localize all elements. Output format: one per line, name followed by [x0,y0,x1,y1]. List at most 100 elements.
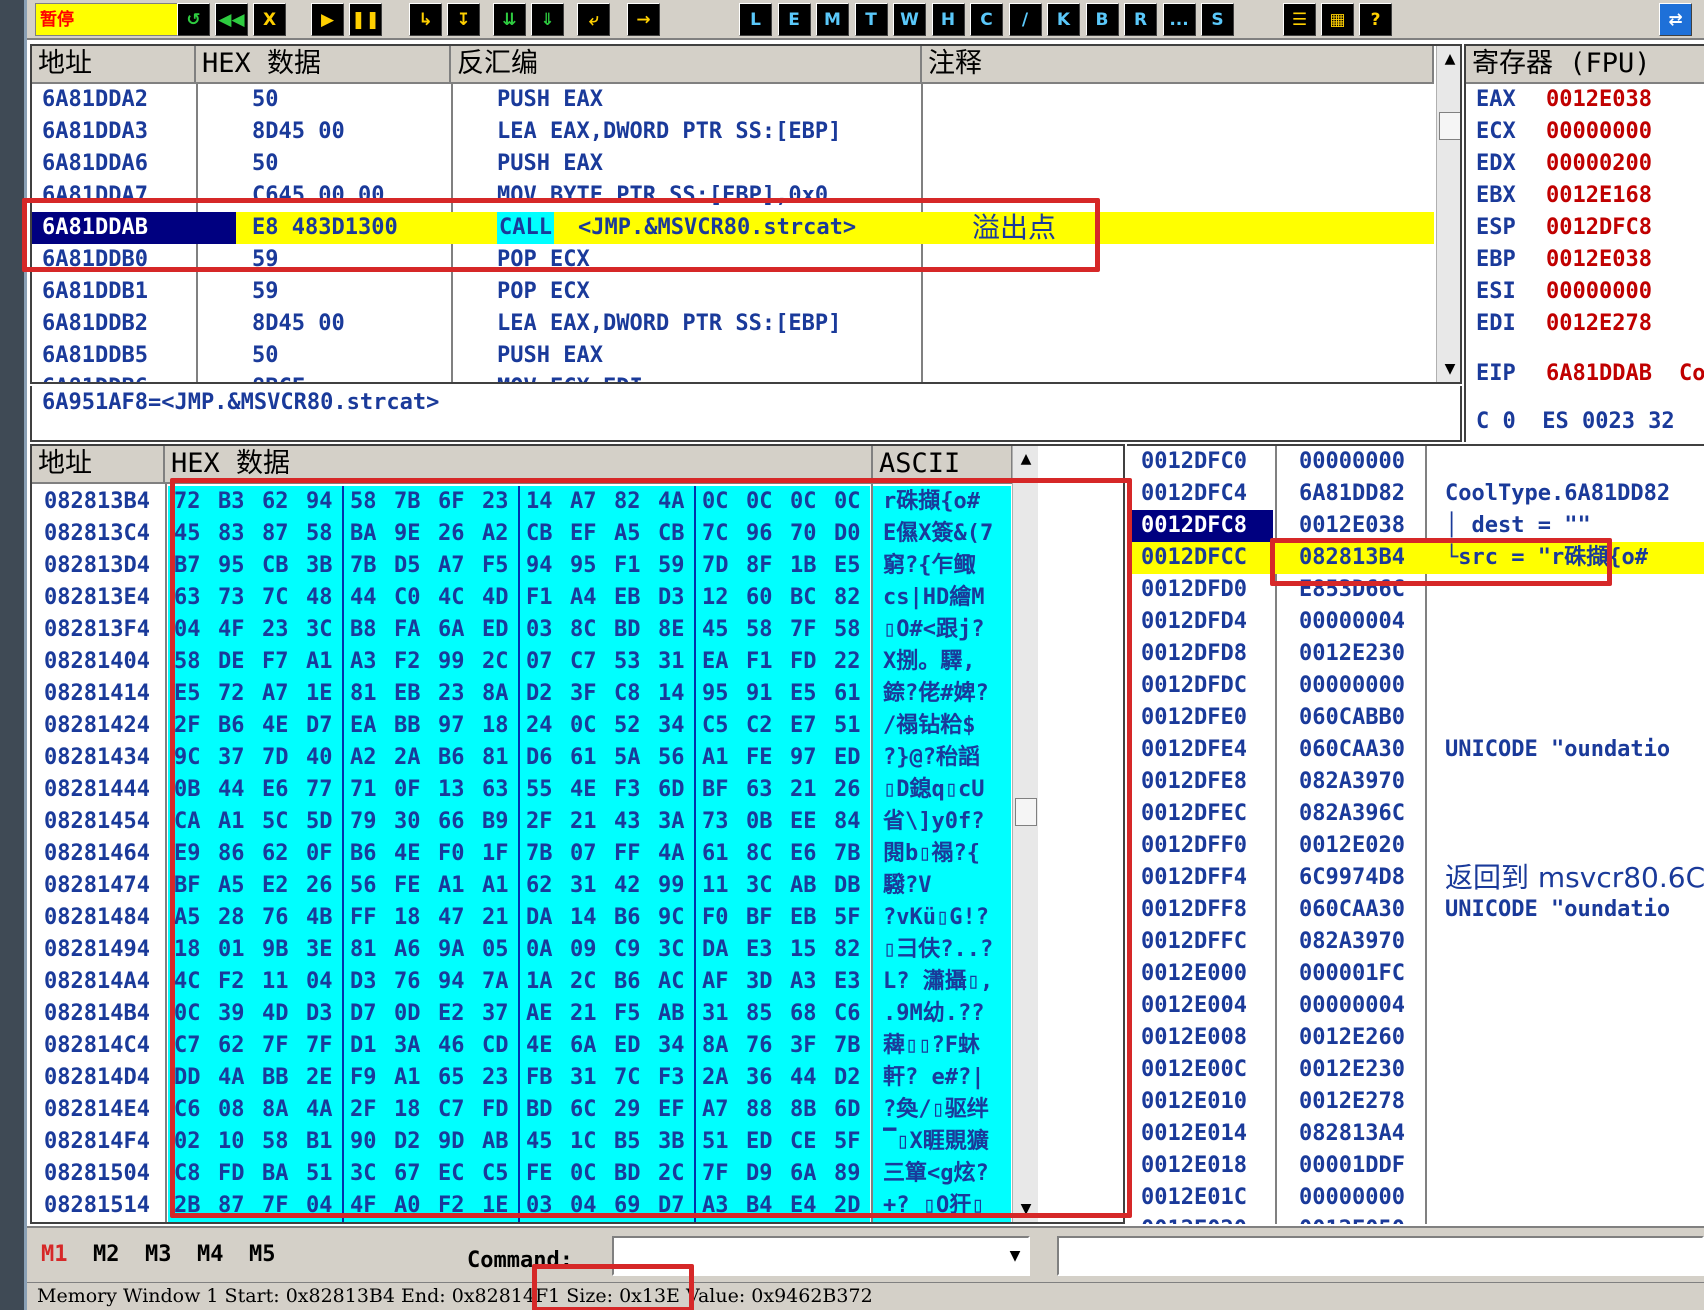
dump-byte[interactable]: 21 [570,998,605,1030]
registers-title[interactable]: 寄存器 (FPU) [1466,46,1704,84]
dump-byte[interactable]: AB [482,1126,517,1158]
disasm-header-disassembly[interactable]: 反汇编 [451,46,922,84]
dump-byte[interactable]: 8C [746,838,781,870]
dump-byte[interactable]: 2D [834,1190,869,1222]
stack-row[interactable]: 0012E014 082813A4 [1127,1118,1704,1150]
dump-byte[interactable]: 4A [658,838,693,870]
dump-byte[interactable]: 63 [746,774,781,806]
stack-row[interactable]: 0012E018 00001DDF [1127,1150,1704,1182]
dump-byte[interactable]: 56 [658,742,693,774]
dump-byte[interactable]: 63 [174,582,209,614]
toolbar-letter-button[interactable]: E [777,3,811,36]
dump-row[interactable]: 08281454 CA A1 5C 5D 79 30 66 B9 2F 21 43 3A 73 0B EE 84… [32,806,1012,838]
dump-byte[interactable]: 39 [218,998,253,1030]
scroll-up-icon[interactable]: ▲ [1437,46,1460,72]
dump-row[interactable]: 08281474 BF A5 E2 26 56 FE A1 A1 62 31 42 99 11 3C AB DB… [32,870,1012,902]
dump-byte[interactable]: 18 [394,1094,429,1126]
dump-byte[interactable]: CB [526,518,561,550]
trace-over-icon[interactable]: ⇓ [531,3,564,36]
dump-byte[interactable]: 22 [834,646,869,678]
dump-byte[interactable]: 2A [394,742,429,774]
dump-byte[interactable]: 1A [526,966,561,998]
dump-byte[interactable]: 61 [834,678,869,710]
stack-row[interactable]: 0012DFEC 082A396C [1127,798,1704,830]
dump-byte[interactable]: 4E [526,1030,561,1062]
dump-byte[interactable]: FD [218,1158,253,1190]
dump-byte[interactable]: BD [526,1094,561,1126]
dump-byte[interactable]: 21 [790,774,825,806]
disasm-header-address[interactable]: 地址 [32,46,196,84]
dump-byte[interactable]: 11 [702,870,737,902]
dump-byte[interactable]: 6D [658,774,693,806]
dump-byte[interactable]: A6 [394,934,429,966]
dump-byte[interactable]: EA [702,646,737,678]
dump-byte[interactable]: D2 [834,1062,869,1094]
dump-byte[interactable]: E5 [834,550,869,582]
dump-byte[interactable]: A1 [438,870,473,902]
dump-byte[interactable]: 07 [526,646,561,678]
dump-byte[interactable]: EF [658,1094,693,1126]
dump-byte[interactable]: 04 [174,614,209,646]
dump-byte[interactable]: 34 [658,710,693,742]
dump-byte[interactable]: 05 [482,934,517,966]
grid-icon[interactable]: ▦ [1321,3,1354,36]
dump-byte[interactable]: DD [174,1062,209,1094]
dump-byte[interactable]: D9 [746,1158,781,1190]
dump-byte[interactable]: 44 [218,774,253,806]
stack-row[interactable]: 0012DFC8 0012E038 │ dest = "" [1127,510,1704,542]
dump-byte[interactable]: 4E [570,774,605,806]
dump-byte[interactable]: 58 [174,646,209,678]
toolbar-letter-button[interactable]: M [816,3,849,36]
dump-byte[interactable]: 0C [174,998,209,1030]
dump-byte[interactable]: F5 [482,550,517,582]
stack-row[interactable]: 0012E00C 0012E230 [1127,1054,1704,1086]
register-row-eip[interactable]: EIP 6A81DDAB Co [1466,358,1704,390]
dump-byte[interactable]: C7 [438,1094,473,1126]
toolbar-letter-button[interactable]: ... [1162,3,1196,36]
register-row[interactable]: EAX 0012E038 [1466,84,1704,116]
dump-byte[interactable]: AF [702,966,737,998]
chevron-down-icon[interactable]: ▼ [1001,1238,1029,1274]
dump-byte[interactable]: 3A [658,806,693,838]
dump-byte[interactable]: CA [174,806,209,838]
toolbar-letter-button[interactable]: B [1085,3,1119,36]
dump-byte[interactable]: F0 [702,902,737,934]
dump-byte[interactable]: A2 [350,742,385,774]
dump-byte[interactable]: 0A [526,934,561,966]
dump-byte[interactable]: D3 [350,966,385,998]
dump-byte[interactable]: 4A [658,486,693,518]
stack-row[interactable]: 0012DFE8 082A3970 [1127,766,1704,798]
dump-byte[interactable]: ED [746,1126,781,1158]
dump-byte[interactable]: 7B [834,1030,869,1062]
dump-byte[interactable]: B6 [350,838,385,870]
dump-row[interactable]: 082813C4 45 83 87 58 BA 9E 26 A2 CB EF A5 CB 7C 96 70 D0… [32,518,1012,550]
disasm-scroll-thumb[interactable] [1439,112,1460,140]
dump-byte[interactable]: DE [218,646,253,678]
dump-byte[interactable]: B6 [614,902,649,934]
dump-row[interactable]: 082814C4 C7 62 7F 7F D1 3A 46 CD 4E 6A ED 34 8A 76 3F 7B… [32,1030,1012,1062]
dump-byte[interactable]: 7F [262,1030,297,1062]
dump-byte[interactable]: C7 [570,646,605,678]
dump-byte[interactable]: 61 [702,838,737,870]
dump-byte[interactable]: 0C [570,1158,605,1190]
dump-byte[interactable]: 3C [350,1158,385,1190]
dump-byte[interactable]: 0C [790,486,825,518]
register-row[interactable]: ESP 0012DFC8 [1466,212,1704,244]
dump-byte[interactable]: 87 [218,1190,253,1222]
dump-byte[interactable]: 3B [306,550,341,582]
dump-byte[interactable]: 8A [262,1094,297,1126]
dump-byte[interactable]: 51 [306,1158,341,1190]
dump-byte[interactable]: 02 [174,1126,209,1158]
dump-byte[interactable]: C0 [394,582,429,614]
dump-byte[interactable]: 0B [746,806,781,838]
dump-byte[interactable]: 72 [218,678,253,710]
dump-byte[interactable]: 3F [790,1030,825,1062]
dump-byte[interactable]: F5 [614,998,649,1030]
dump-byte[interactable]: 3B [658,1126,693,1158]
dump-header-address[interactable]: 地址 [32,446,165,484]
dump-byte[interactable]: 8C [570,614,605,646]
dump-byte[interactable]: 84 [834,806,869,838]
dump-byte[interactable]: 26 [834,774,869,806]
dump-byte[interactable]: 62 [262,838,297,870]
dump-byte[interactable]: C8 [174,1158,209,1190]
